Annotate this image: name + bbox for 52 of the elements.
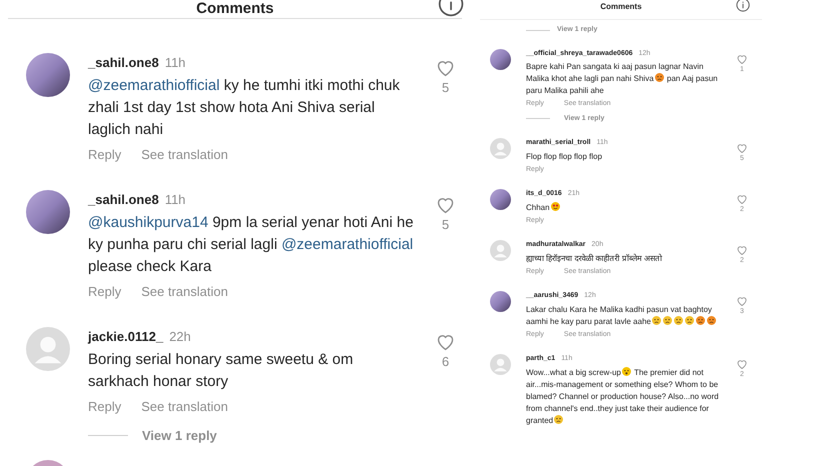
see-translation-link[interactable]: See translation (141, 282, 228, 301)
heart-icon[interactable] (736, 193, 748, 205)
avatar-photo[interactable] (26, 190, 70, 234)
heart-icon[interactable] (736, 52, 748, 64)
info-icon[interactable] (736, 0, 750, 12)
reply-link[interactable]: Reply (88, 396, 122, 416)
comment-text: Wow...what a big screw-up The premier did not air...mis-management or something else? Whom to be blamed? Channel or production house? Also...no word from channel's end..they just take their audience for granted (526, 366, 720, 426)
panel-title: Comments (600, 1, 642, 13)
comment-text: Flop flop flop flop flop (526, 150, 604, 162)
like-count: 5 (442, 79, 450, 97)
username[interactable]: jackie.0112_ (88, 327, 164, 346)
comment-text: @kaushikpurva14 9pm la serial yenar hoti Ani he ky punha paru chi serial lagli @zeemarathiofficial please check Kara (88, 212, 414, 276)
heart-icon[interactable] (736, 295, 748, 307)
comment-text: Lakar chalu Kara he Malika kadhi pasun vat baghtoy aamhi he kay paru parat lavle aahe (526, 304, 721, 328)
view-replies-link[interactable]: View 1 reply (142, 426, 217, 446)
avatar-photo[interactable] (26, 53, 70, 97)
reply-link[interactable]: Reply (88, 282, 122, 301)
emoji-icon (554, 414, 564, 424)
reply-link[interactable]: Reply (88, 144, 122, 164)
like-count: 6 (442, 353, 450, 371)
username[interactable]: _sahil.one8 (88, 190, 159, 210)
emoji-icon (696, 316, 705, 324)
emoji-icon (622, 366, 632, 376)
emoji-icon (706, 316, 716, 324)
see-translation-link[interactable]: See translation (141, 144, 228, 164)
timestamp: 11h (164, 54, 186, 72)
emoji-icon (652, 316, 661, 324)
comment-text: Boring serial honary same sweetu & om sarkhach honar story (88, 350, 354, 392)
heart-icon[interactable] (736, 358, 748, 370)
mention-link[interactable]: @zeemarathiofficial (88, 76, 220, 94)
panel-title: Comments (196, 0, 274, 18)
comment-text: Bapre kahi Pan sangata ki aaj pasun lagnar Navin Malika khot ahe lagli pan nahi Shiva pan Aaj pasun paru Malika pahili ahe (526, 61, 719, 97)
emoji-icon (550, 202, 560, 210)
like-count: 5 (442, 216, 450, 234)
emoji-icon (684, 316, 694, 324)
comment-text: @zeemarathiofficial ky he tumhi itki mothi chuk zhali 1st day 1st show hota Ani Shiva serial laglich nahi (88, 76, 401, 140)
see-translation-link[interactable]: See translation (141, 396, 228, 416)
timestamp: 11h (164, 191, 186, 209)
avatar-photo[interactable] (490, 291, 511, 312)
username[interactable]: _sahil.one8 (88, 53, 159, 72)
avatar-photo[interactable] (490, 189, 511, 210)
mention-link[interactable]: @zeemarathiofficial (281, 236, 414, 252)
emoji-icon (662, 316, 672, 324)
comment-text: ह्याच्या हिरॉइनचा दरवेळी काहीतरी प्रॉब्लेम असतो (526, 252, 664, 264)
avatar-photo[interactable] (490, 48, 511, 70)
heart-icon[interactable] (736, 142, 748, 154)
comment-text: Chhan (526, 202, 721, 214)
emoji-icon (674, 316, 683, 324)
heart-icon[interactable] (736, 244, 748, 256)
emoji-icon (654, 73, 664, 82)
timestamp: 22h (169, 328, 191, 346)
mention-link[interactable]: @kaushikpurva14 (88, 214, 208, 230)
